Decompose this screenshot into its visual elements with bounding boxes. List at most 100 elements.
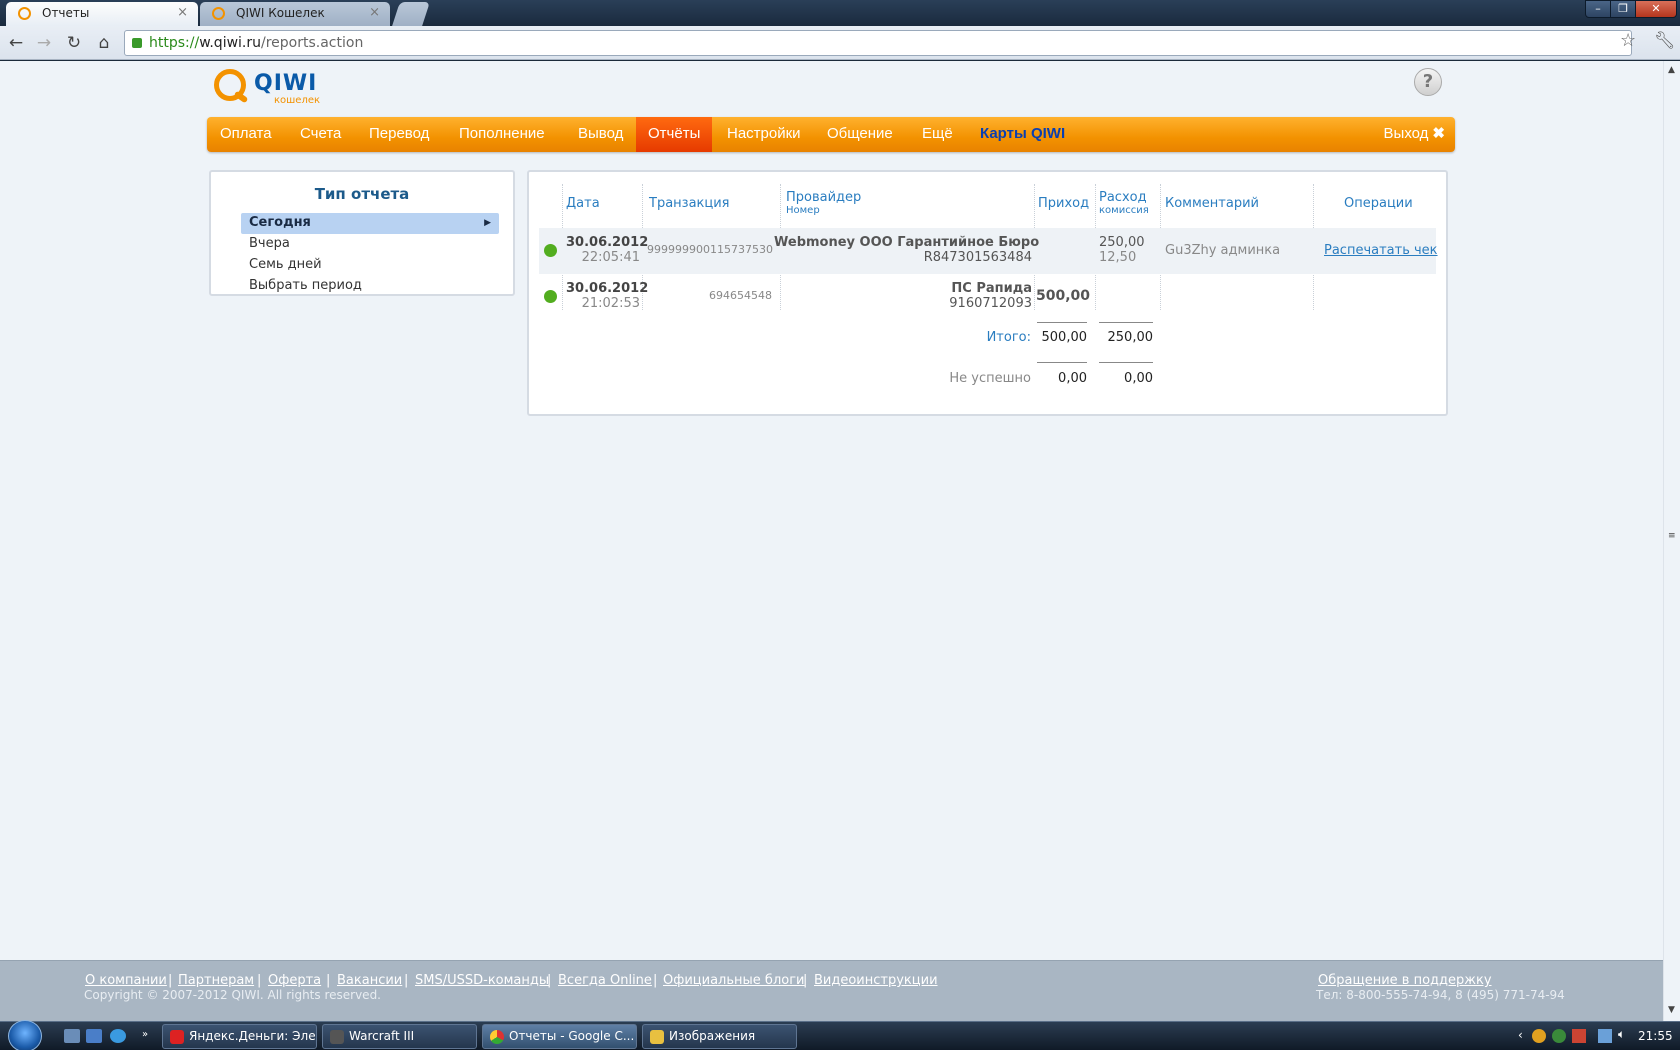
print-receipt-link[interactable]: Распечатать чек bbox=[1324, 243, 1438, 258]
tab-reports[interactable]: Отчеты × bbox=[6, 2, 198, 26]
folder-icon bbox=[650, 1030, 664, 1044]
close-window-button[interactable]: ✕ bbox=[1635, 0, 1677, 18]
start-button[interactable] bbox=[8, 1020, 42, 1050]
close-tab-icon[interactable]: × bbox=[369, 5, 380, 20]
row-commission: 12,50 bbox=[1099, 250, 1137, 265]
table-row: 30.06.2012 21:02:53 694654548 ПС Рапида … bbox=[539, 274, 1436, 320]
tray-app-icon[interactable] bbox=[1552, 1029, 1566, 1043]
row-transaction: 999999900115737530 bbox=[647, 243, 773, 256]
logo-subtext: кошелек bbox=[274, 95, 321, 106]
footer-link-video[interactable]: Видеоинструкции bbox=[814, 973, 938, 988]
row-income: 500,00 bbox=[1036, 288, 1091, 304]
maximize-window-button[interactable]: ❐ bbox=[1610, 0, 1636, 18]
row-date: 30.06.2012 bbox=[566, 235, 649, 250]
nav-item-payment[interactable]: Оплата bbox=[220, 117, 272, 152]
row-time: 22:05:41 bbox=[581, 250, 640, 265]
tray-expand-icon[interactable]: ‹ bbox=[1518, 1028, 1523, 1042]
minimize-window-button[interactable]: – bbox=[1585, 0, 1611, 18]
col-header-transaction[interactable]: Транзакция bbox=[649, 196, 730, 211]
wrench-menu-icon[interactable]: 🔧︎ bbox=[1654, 31, 1676, 51]
footer-link-always-online[interactable]: Всегда Online bbox=[558, 973, 652, 988]
report-type-yesterday[interactable]: Вчера bbox=[241, 234, 499, 255]
footer-link-partners[interactable]: Партнерам bbox=[178, 973, 254, 988]
windows-taskbar: » Яндекс.Деньги: Эле... Warcraft III Отч… bbox=[0, 1020, 1680, 1050]
footer-link-blogs[interactable]: Официальные блоги bbox=[663, 973, 804, 988]
footer-link-sms-ussd[interactable]: SMS/USSD-команды bbox=[415, 973, 549, 988]
address-bar[interactable]: https://w.qiwi.ru/reports.action bbox=[124, 30, 1632, 56]
bookmark-star-icon[interactable]: ☆ bbox=[1620, 30, 1636, 51]
tray-app-icon[interactable] bbox=[1532, 1029, 1546, 1043]
url-scheme: https:// bbox=[149, 35, 200, 51]
scroll-down-icon[interactable]: ▼ bbox=[1668, 1005, 1675, 1015]
report-type-choose-period[interactable]: Выбрать период bbox=[241, 276, 499, 297]
page-scrollbar[interactable]: ▲ ≡ ▼ bbox=[1663, 61, 1680, 1021]
nav-item-settings[interactable]: Настройки bbox=[727, 117, 801, 152]
report-type-label: Сегодня bbox=[249, 215, 311, 230]
status-success-icon bbox=[544, 290, 557, 303]
nav-item-qiwi-cards[interactable]: Карты QIWI bbox=[980, 117, 1065, 152]
row-transaction: 694654548 bbox=[709, 289, 772, 302]
nav-item-more[interactable]: Ещё bbox=[922, 117, 953, 152]
logo-text: QIWI bbox=[254, 71, 318, 96]
explorer-icon[interactable] bbox=[86, 1029, 102, 1043]
support-link[interactable]: Обращение в поддержку bbox=[1318, 973, 1492, 988]
footer-link-vacancies[interactable]: Вакансии bbox=[337, 973, 402, 988]
nav-item-transfer[interactable]: Перевод bbox=[369, 117, 429, 152]
nav-item-accounts[interactable]: Счета bbox=[300, 117, 341, 152]
row-provider: ПС Рапида bbox=[951, 281, 1032, 296]
warcraft-icon bbox=[330, 1030, 344, 1044]
taskbar-item-chrome[interactable]: Отчеты - Google C... bbox=[482, 1024, 637, 1049]
nav-item-withdraw[interactable]: Вывод bbox=[578, 117, 623, 152]
col-header-operations: Операции bbox=[1344, 196, 1413, 211]
nav-item-communication[interactable]: Общение bbox=[827, 117, 893, 152]
new-tab-button[interactable] bbox=[392, 2, 430, 26]
browser-titlebar: Отчеты × QIWI Кошелек × – ❐ ✕ bbox=[0, 0, 1680, 26]
footer-link-offer[interactable]: Оферта bbox=[268, 973, 321, 988]
tray-app-icon[interactable] bbox=[1572, 1029, 1586, 1043]
page-footer: О компании | Партнерам | Оферта | Ваканс… bbox=[0, 960, 1663, 1021]
home-icon[interactable]: ⌂ bbox=[92, 32, 116, 54]
col-header-date[interactable]: Дата bbox=[566, 196, 600, 211]
scroll-up-icon[interactable]: ▲ bbox=[1668, 65, 1675, 75]
qiwi-favicon-icon bbox=[212, 7, 225, 20]
task-label: Яндекс.Деньги: Эле... bbox=[189, 1029, 317, 1043]
ie-icon[interactable] bbox=[110, 1029, 126, 1043]
volume-icon[interactable]: 🔈︎ bbox=[1618, 1027, 1625, 1042]
row-number: 9160712093 bbox=[949, 296, 1032, 311]
nav-item-reports[interactable]: Отчёты bbox=[636, 117, 713, 152]
row-date: 30.06.2012 bbox=[566, 281, 649, 296]
taskbar-item-yandex[interactable]: Яндекс.Деньги: Эле... bbox=[162, 1024, 317, 1049]
scroll-grip-icon[interactable]: ≡ bbox=[1668, 531, 1676, 541]
taskbar-item-warcraft[interactable]: Warcraft III bbox=[322, 1024, 477, 1049]
clock[interactable]: 21:55 bbox=[1638, 1029, 1673, 1043]
help-button[interactable]: ? bbox=[1414, 68, 1442, 96]
report-type-seven-days[interactable]: Семь дней bbox=[241, 255, 499, 276]
col-header-expense[interactable]: Расход bbox=[1099, 190, 1147, 205]
col-header-income[interactable]: Приход bbox=[1038, 196, 1089, 211]
show-desktop-icon[interactable] bbox=[64, 1029, 80, 1043]
row-number: R847301563484 bbox=[923, 250, 1032, 265]
logout-button[interactable]: Выход ✖ bbox=[1384, 117, 1445, 152]
close-tab-icon[interactable]: × bbox=[177, 5, 188, 20]
col-header-commission: комиссия bbox=[1099, 205, 1149, 216]
network-icon[interactable] bbox=[1598, 1029, 1612, 1043]
back-icon[interactable]: ← bbox=[4, 32, 28, 54]
footer-link-about[interactable]: О компании bbox=[85, 973, 167, 988]
forward-icon[interactable]: → bbox=[32, 32, 56, 54]
col-header-provider[interactable]: Провайдер bbox=[786, 190, 861, 205]
qiwi-logo[interactable]: QIWI кошелек bbox=[214, 66, 324, 110]
page-content: QIWI кошелек ? Оплата Счета Перевод Попо… bbox=[0, 61, 1663, 960]
col-header-comment[interactable]: Комментарий bbox=[1165, 196, 1259, 211]
logout-label: Выход bbox=[1383, 125, 1429, 142]
report-type-today[interactable]: Сегодня ▶ bbox=[241, 213, 499, 234]
row-comment: Gu3Zhy админка bbox=[1165, 243, 1281, 258]
failed-expense: 0,00 bbox=[1124, 371, 1153, 386]
reports-table: Дата Транзакция Провайдер Номер Приход Р… bbox=[527, 170, 1448, 416]
nav-item-topup[interactable]: Пополнение bbox=[459, 117, 545, 152]
taskbar-item-images[interactable]: Изображения bbox=[642, 1024, 797, 1049]
reload-icon[interactable]: ↻ bbox=[62, 32, 86, 54]
status-success-icon bbox=[544, 244, 557, 257]
row-provider: Webmoney ООО Гарантийное Бюро bbox=[774, 235, 1040, 250]
quicklaunch-more-icon[interactable]: » bbox=[142, 1029, 158, 1043]
tab-qiwi-wallet[interactable]: QIWI Кошелек × bbox=[200, 2, 390, 26]
